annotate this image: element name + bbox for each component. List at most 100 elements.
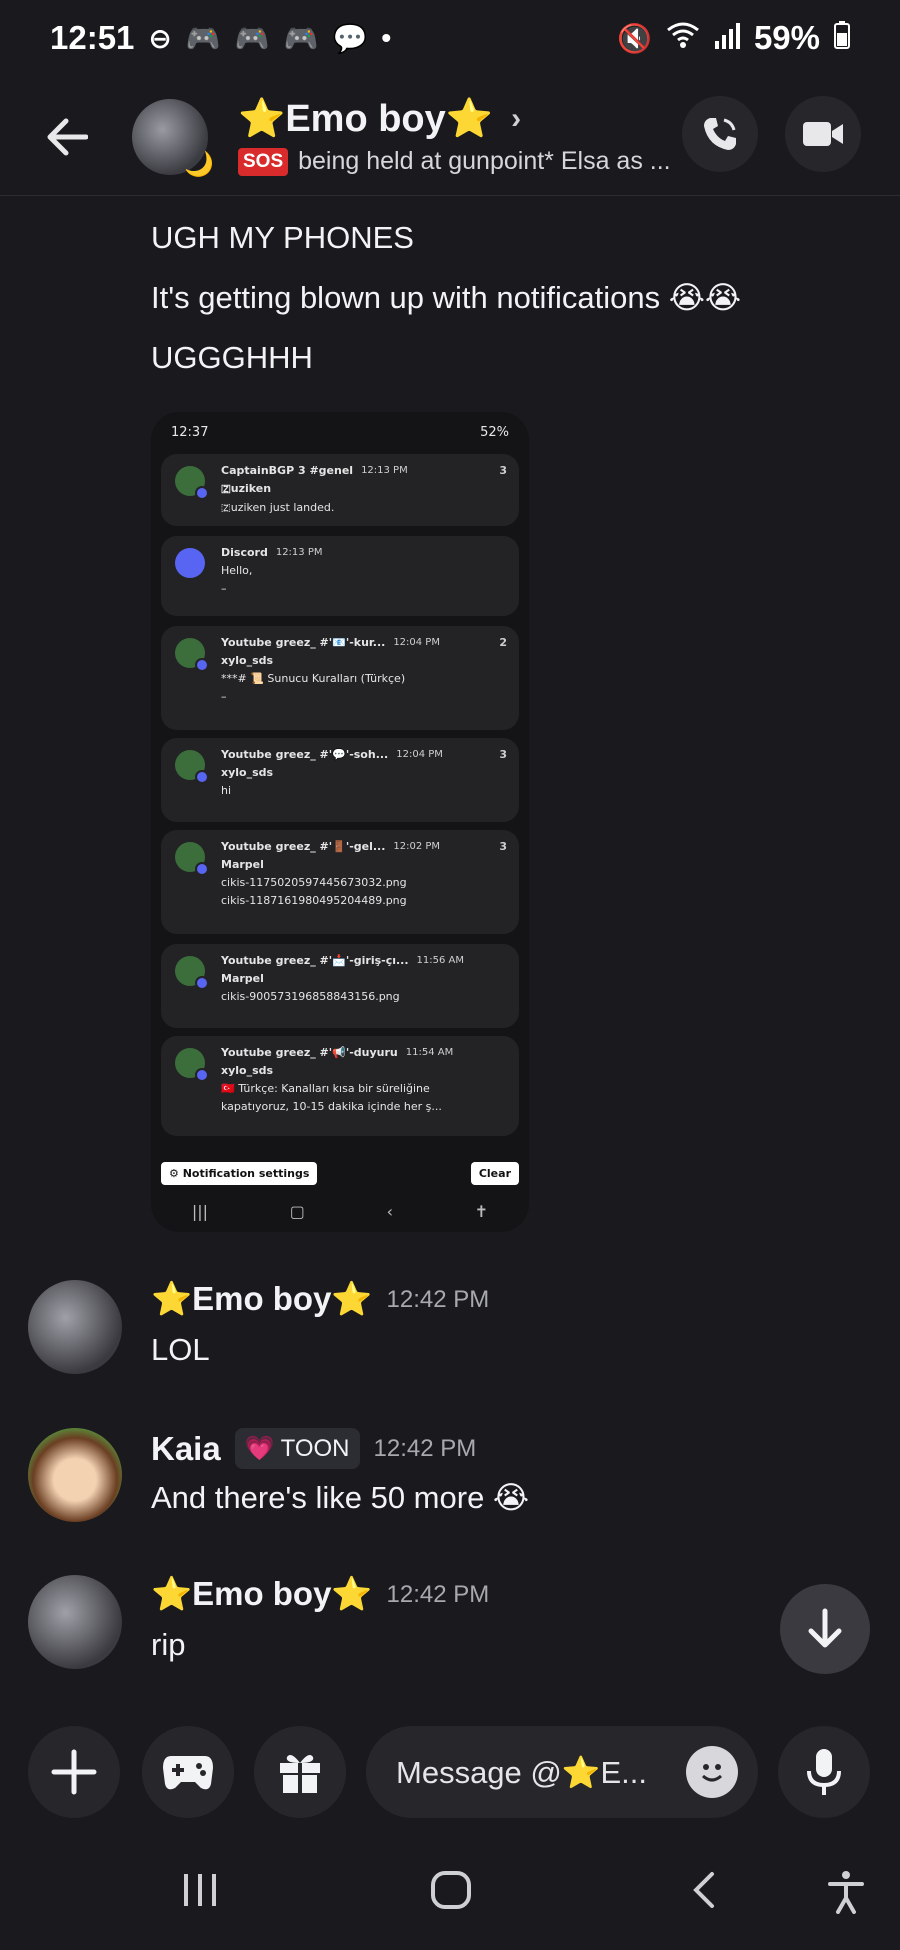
message-timestamp: 12:42 PM — [373, 1434, 477, 1462]
notification-line: hi — [221, 784, 232, 797]
notification-title: Youtube greez_ #'📢'-duyuru — [221, 1046, 398, 1059]
avatar[interactable] — [28, 1280, 122, 1374]
avatar[interactable] — [28, 1428, 122, 1522]
notification-line: cikis-1187161980495204489.png — [221, 894, 407, 907]
jump-to-bottom-button[interactable] — [780, 1584, 870, 1674]
header-title: ⭐Emo boy⭐ — [238, 98, 494, 140]
accessibility-icon: ✝ — [474, 1202, 489, 1221]
message-text: It's getting blown up with notifications… — [151, 280, 742, 315]
notification-title: Youtube greez_ #'📧'-kur... — [221, 636, 386, 649]
username[interactable]: ⭐Emo boy⭐ — [151, 1280, 373, 1319]
notification-title: Youtube greez_ #'📩'-giriş-çı... — [221, 954, 409, 967]
gift-icon — [280, 1755, 320, 1793]
discord-badge-icon — [195, 862, 209, 876]
message-text: LOL — [151, 1332, 210, 1367]
add-attachment-button[interactable] — [28, 1726, 120, 1818]
game-icon: 🎮 — [283, 22, 319, 54]
attachment-battery: 52% — [480, 424, 509, 440]
dnd-icon: ⊖ — [148, 22, 172, 54]
emoji-button[interactable] — [686, 1746, 738, 1798]
notification-count: 3 — [499, 464, 507, 477]
message-text: And there's like 50 more 😭 — [151, 1480, 530, 1515]
home-button[interactable] — [430, 1870, 472, 1915]
custom-status-text: being held at gunpoint* Elsa as ... — [298, 147, 671, 175]
notification-line: 🇿uziken just landed. — [221, 501, 335, 514]
message-input[interactable]: Message @⭐E... — [366, 1726, 758, 1818]
voice-call-button[interactable] — [682, 96, 758, 172]
notification-line: kapatıyoruz, 10-15 dakika içinde her ş..… — [221, 1100, 442, 1113]
discord-logo-icon — [175, 548, 205, 578]
home-icon: ▢ — [289, 1202, 305, 1221]
notification-time: 12:04 PM — [396, 749, 443, 760]
notification-line: Hello, — [221, 564, 253, 577]
clear-pill: Clear — [470, 1162, 519, 1185]
notification-count: 2 — [499, 636, 507, 649]
notification-line: xylo_sds — [221, 766, 274, 779]
notification-line: Marpel — [221, 858, 264, 871]
sos-badge: SOS — [238, 147, 289, 176]
notification-line: – — [221, 582, 227, 595]
battery-icon — [834, 20, 850, 56]
dot-icon: • — [381, 22, 392, 53]
recents-icon — [184, 1874, 216, 1906]
notification-card: Youtube greez_ #'📩'-giriş-çı... 11:56 AM … — [161, 944, 519, 1028]
heart-icon: 💗 — [244, 1435, 275, 1462]
recent-apps-button[interactable] — [180, 1870, 220, 1915]
notification-card: Youtube greez_ #'📧'-kur... 12:04 PM 2 xylo… — [161, 626, 519, 730]
accessibility-button[interactable] — [826, 1870, 866, 1919]
accessibility-icon — [828, 1871, 864, 1914]
voice-message-button[interactable] — [778, 1726, 870, 1818]
notification-card: CaptainBGP 3 #genel 12:13 PM 3 🇿uziken 🇿uz… — [161, 454, 519, 526]
username[interactable]: Kaia — [151, 1430, 221, 1468]
idle-moon-icon: 🌙 — [184, 150, 214, 178]
notification-card: Youtube greez_ #'💬'-soh... 12:04 PM 3 xylo… — [161, 738, 519, 822]
discord-badge-icon — [195, 1068, 209, 1082]
attachment-nav-bar: ||| ▢ ‹ ✝ — [151, 1202, 529, 1221]
message-input-bar: Message @⭐E... — [0, 1722, 900, 1822]
plus-icon — [51, 1749, 97, 1795]
notification-line: 🇹🇷 Türkçe: Kanalları kısa bir süreliğine — [221, 1082, 430, 1095]
nav-back-button[interactable] — [690, 1870, 718, 1915]
home-icon — [431, 1871, 471, 1909]
notification-line: Marpel — [221, 972, 264, 985]
avatar[interactable] — [28, 1575, 122, 1669]
back-icon: ‹ — [386, 1202, 393, 1221]
back-button[interactable] — [36, 107, 96, 167]
header-avatar[interactable]: 🌙 — [132, 98, 214, 178]
notification-line: – — [221, 690, 227, 703]
notification-line: xylo_sds — [221, 1064, 274, 1077]
notification-card: Discord 12:13 PM Hello, – — [161, 536, 519, 616]
battery-percent: 59% — [753, 19, 820, 56]
server-tag[interactable]: 💗 TOON — [234, 1428, 360, 1469]
game-icon: 🎮 — [234, 22, 270, 54]
username[interactable]: ⭐Emo boy⭐ — [151, 1575, 373, 1614]
signal-icon — [714, 21, 740, 56]
video-call-button[interactable] — [785, 96, 861, 172]
server-tag-label: TOON — [280, 1434, 350, 1462]
discord-badge-icon — [195, 976, 209, 990]
notification-line: cikis-900573196858843156.png — [221, 990, 400, 1003]
gift-button[interactable] — [254, 1726, 346, 1818]
game-icon: 🎮 — [185, 22, 221, 54]
notification-line: xylo_sds — [221, 654, 274, 667]
notification-line: 🇿uziken — [221, 482, 272, 495]
attachment-status-bar: 12:37 52% — [151, 412, 529, 452]
discord-badge-icon — [195, 770, 209, 784]
discord-badge-icon — [195, 486, 209, 500]
chat-icon: 💬 — [332, 22, 368, 54]
smiley-icon — [702, 1764, 722, 1782]
image-attachment[interactable]: 12:37 52% CaptainBGP 3 #genel 12:13 PM 3 🇿… — [151, 412, 529, 1232]
phone-icon — [704, 118, 736, 150]
activities-button[interactable] — [142, 1726, 234, 1818]
message-text: UGH MY PHONES — [151, 220, 414, 255]
attachment-time: 12:37 — [171, 424, 209, 440]
arrow-left-icon — [47, 118, 88, 155]
notification-title: Youtube greez_ #'🚪'-gel... — [221, 840, 386, 853]
message-timestamp: 12:42 PM — [386, 1285, 490, 1313]
microphone-icon — [807, 1749, 841, 1795]
notification-time: 12:13 PM — [361, 465, 408, 476]
header-info[interactable]: ⭐Emo boy⭐ › SOS being held at gunpoint* … — [238, 97, 671, 176]
notification-time: 11:56 AM — [416, 955, 465, 966]
notification-settings-pill: ⚙ Notification settings — [161, 1162, 318, 1185]
message-timestamp: 12:42 PM — [386, 1580, 490, 1608]
